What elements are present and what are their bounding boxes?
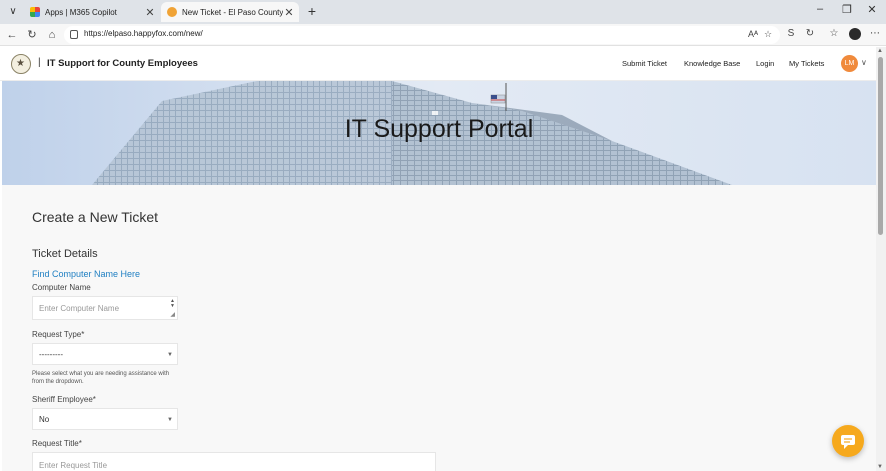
brand-separator: | (38, 57, 41, 68)
sheriff-employee-select[interactable]: No ▼ (32, 408, 178, 430)
brand-title[interactable]: IT Support for County Employees (47, 58, 198, 69)
request-type-select[interactable]: --------- ▼ (32, 343, 178, 365)
tab-actions-chevron-icon[interactable]: ∨ (5, 4, 21, 20)
tab-title: Apps | M365 Copilot (45, 7, 117, 17)
chat-widget-button[interactable] (832, 425, 864, 457)
new-tab-plus-icon[interactable]: + (304, 3, 320, 19)
scroll-thumb[interactable] (878, 57, 883, 235)
restore-icon[interactable]: ❐ (837, 3, 857, 16)
m365-icon (30, 7, 40, 17)
computer-name-label: Computer Name (32, 283, 91, 292)
scroll-down-arrow-icon[interactable]: ▼ (877, 464, 883, 470)
page-scrollbar[interactable]: ▲ ▼ (876, 47, 886, 471)
chat-bubble-icon (841, 435, 855, 449)
computer-name-placeholder: Enter Computer Name (39, 304, 120, 313)
favorite-star-icon[interactable]: ☆ (764, 29, 772, 40)
ticket-form-area: Create a New Ticket Ticket Details Find … (2, 185, 876, 471)
hero-title: IT Support Portal (344, 115, 534, 143)
profile-avatar-icon[interactable] (849, 28, 861, 40)
request-title-input[interactable]: Enter Request Title (32, 452, 436, 471)
minimize-icon[interactable]: – (810, 3, 830, 15)
nav-login[interactable]: Login (756, 59, 774, 68)
sheriff-employee-value: No (39, 415, 50, 424)
user-avatar[interactable]: LM (841, 55, 858, 72)
find-computer-name-link[interactable]: Find Computer Name Here (32, 269, 140, 279)
refresh-icon[interactable]: ↻ (24, 27, 40, 43)
home-icon[interactable]: ⌂ (44, 27, 60, 43)
extension-s-icon[interactable]: S (784, 27, 798, 41)
close-icon[interactable]: ✕ (144, 6, 156, 19)
sheriff-employee-label: Sheriff Employee* (32, 395, 96, 404)
request-title-placeholder: Enter Request Title (39, 461, 108, 470)
resize-handle-icon[interactable]: ◢ (170, 311, 175, 318)
url-field[interactable]: https://elpaso.happyfox.com/new/ Aᴬ ☆ (64, 26, 780, 44)
star-icon: ★ (16, 58, 25, 69)
url-text: https://elpaso.happyfox.com/new/ (84, 29, 203, 38)
dropdown-arrow-icon: ▼ (167, 352, 173, 358)
scroll-up-arrow-icon[interactable]: ▲ (877, 48, 883, 54)
nav-my-tickets[interactable]: My Tickets (789, 59, 824, 68)
tab-title: New Ticket - El Paso County - IT H (182, 7, 283, 17)
computer-name-field[interactable]: Enter Computer Name ▲ ▼ ◢ (32, 296, 178, 320)
more-menu-icon[interactable]: ⋯ (868, 27, 882, 41)
happyfox-icon (167, 7, 177, 17)
chevron-down-icon[interactable]: ∨ (861, 58, 867, 67)
spinner-arrows-icon[interactable]: ▲ ▼ (170, 299, 175, 309)
hero-banner: IT Support Portal (2, 81, 876, 185)
site-header: ★ | IT Support for County Employees Subm… (0, 47, 876, 81)
browser-tab-m365[interactable]: Apps | M365 Copilot ✕ (24, 2, 160, 22)
section-title: Ticket Details (32, 248, 98, 260)
close-icon[interactable]: ✕ (283, 6, 295, 19)
request-type-value: --------- (39, 350, 63, 359)
request-type-help: Please select what you are needing assis… (32, 371, 170, 385)
dropdown-arrow-icon: ▼ (167, 417, 173, 423)
browser-address-bar: ← ↻ ⌂ https://elpaso.happyfox.com/new/ A… (0, 24, 886, 46)
browser-tab-new-ticket[interactable]: New Ticket - El Paso County - IT H ✕ (161, 2, 299, 22)
read-aloud-icon[interactable]: Aᴬ (748, 29, 758, 39)
extensions-puzzle-icon[interactable]: ↻ (803, 27, 817, 41)
page-title: Create a New Ticket (32, 209, 159, 225)
window-close-icon[interactable]: ✕ (862, 3, 882, 16)
nav-knowledge-base[interactable]: Knowledge Base (684, 59, 740, 68)
request-type-label: Request Type* (32, 330, 85, 339)
back-arrow-icon[interactable]: ← (4, 27, 20, 43)
lock-icon (70, 30, 78, 39)
favorites-icon[interactable]: ☆ (827, 27, 841, 41)
browser-tab-bar: ∨ Apps | M365 Copilot ✕ New Ticket - El … (0, 0, 886, 24)
county-seal-logo[interactable]: ★ (11, 54, 31, 74)
request-title-label: Request Title* (32, 439, 82, 448)
nav-submit-ticket[interactable]: Submit Ticket (622, 59, 667, 68)
